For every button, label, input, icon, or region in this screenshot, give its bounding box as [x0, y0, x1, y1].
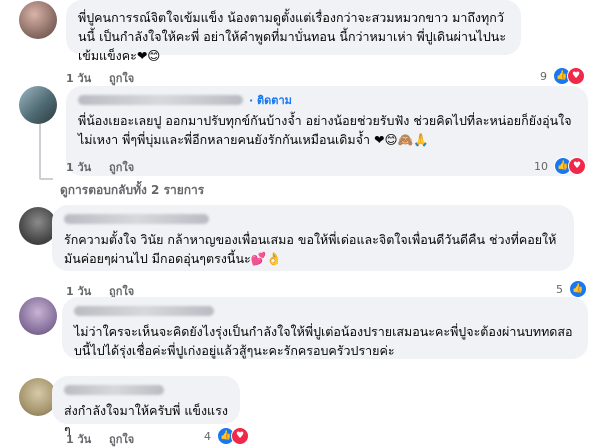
- thread-line: [39, 178, 53, 180]
- reaction-summary[interactable]: 5 👍: [556, 280, 587, 298]
- reaction-count: 9: [540, 69, 547, 83]
- reaction-summary[interactable]: 10 👍 ♥: [534, 157, 586, 175]
- reaction-summary[interactable]: 4 👍 ♥: [204, 427, 249, 445]
- commenter-name[interactable]: [78, 95, 243, 105]
- reaction-count: 4: [204, 429, 211, 443]
- comment-meta: 1 วัน ถูกใจ: [66, 69, 148, 87]
- thread-line: [39, 117, 41, 179]
- reaction-count: 5: [556, 282, 563, 296]
- like-link[interactable]: ถูกใจ: [109, 72, 134, 85]
- comment-text: พี่น้องเยอะเลยปู ออกมาปรับทุกข์กันบ้างจ้…: [78, 113, 572, 147]
- love-icon: ♥: [568, 157, 586, 175]
- avatar[interactable]: [19, 86, 57, 124]
- comment-meta-row: 1 วัน ถูกใจ: [66, 158, 148, 176]
- comment-time[interactable]: 1 วัน: [66, 433, 91, 446]
- follow-link[interactable]: · ติดตาม: [249, 91, 292, 109]
- comment-meta-row: 1 วัน ถูกใจ: [66, 430, 148, 448]
- love-icon: ♥: [231, 427, 249, 445]
- comment-bubble: รักความตั้งใจ วินัย กล้าหาญของเพื่อนเสมอ…: [52, 205, 574, 271]
- comment-bubble: ส่งกำลังใจมาให้ครับพี่ แข็งแรงๆ: [52, 376, 240, 437]
- like-link[interactable]: ถูกใจ: [109, 433, 134, 446]
- comment-text: พี่ปูคนการรณ์จิตใจเข้มแข็ง น้องตามดูตั้ง…: [78, 10, 507, 63]
- comment-time[interactable]: 1 วัน: [66, 72, 91, 85]
- comment-bubble: พี่ปูคนการรณ์จิตใจเข้มแข็ง น้องตามดูตั้ง…: [66, 0, 521, 63]
- commenter-name[interactable]: [64, 385, 164, 395]
- view-replies-link[interactable]: ดูการตอบกลับทั้ง 2 รายการ: [60, 181, 204, 200]
- comment-text: ไม่ว่าใครจะเห็นจะคิดยังไงรุ่งเป็นกำลังใจ…: [74, 324, 573, 358]
- reaction-count: 10: [534, 159, 548, 173]
- commenter-name[interactable]: [74, 306, 214, 316]
- commenter-name[interactable]: [64, 214, 209, 224]
- avatar[interactable]: [19, 1, 57, 39]
- comment-bubble: ไม่ว่าใครจะเห็นจะคิดยังไงรุ่งเป็นกำลังใจ…: [62, 297, 588, 359]
- like-icon: 👍: [569, 280, 587, 298]
- reaction-summary[interactable]: 9 👍 ♥: [540, 67, 585, 85]
- comment-text: รักความตั้งใจ วินัย กล้าหาญของเพื่อนเสมอ…: [64, 232, 557, 266]
- avatar[interactable]: [19, 297, 57, 335]
- like-link[interactable]: ถูกใจ: [109, 161, 134, 174]
- comment-time[interactable]: 1 วัน: [66, 161, 91, 174]
- love-icon: ♥: [567, 67, 585, 85]
